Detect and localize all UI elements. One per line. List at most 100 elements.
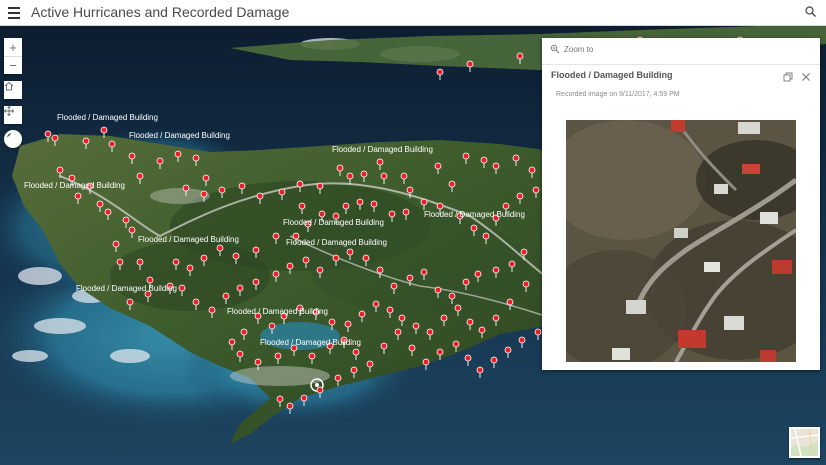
damage-marker[interactable] bbox=[156, 157, 164, 165]
damage-marker[interactable] bbox=[388, 210, 396, 218]
damage-marker[interactable] bbox=[236, 350, 244, 358]
damage-marker[interactable] bbox=[100, 126, 108, 134]
damage-marker[interactable] bbox=[272, 270, 280, 278]
damage-marker[interactable] bbox=[502, 202, 510, 210]
damage-marker[interactable] bbox=[56, 166, 64, 174]
damage-marker[interactable] bbox=[122, 216, 130, 224]
damage-marker[interactable] bbox=[470, 224, 478, 232]
damage-marker[interactable] bbox=[238, 182, 246, 190]
damage-marker[interactable] bbox=[334, 374, 342, 382]
damage-marker[interactable] bbox=[370, 200, 378, 208]
damage-marker[interactable] bbox=[136, 258, 144, 266]
damage-marker[interactable] bbox=[356, 198, 364, 206]
search-icon[interactable] bbox=[804, 5, 818, 19]
damage-marker[interactable] bbox=[366, 360, 374, 368]
damage-marker[interactable] bbox=[490, 356, 498, 364]
damage-marker[interactable] bbox=[476, 366, 484, 374]
damage-marker[interactable] bbox=[202, 174, 210, 182]
damage-marker[interactable] bbox=[406, 274, 414, 282]
damage-marker[interactable] bbox=[482, 232, 490, 240]
damage-marker[interactable] bbox=[136, 172, 144, 180]
damage-marker[interactable] bbox=[380, 342, 388, 350]
damage-marker[interactable] bbox=[96, 200, 104, 208]
damage-marker[interactable] bbox=[436, 202, 444, 210]
damage-marker[interactable] bbox=[276, 395, 284, 403]
damage-marker[interactable] bbox=[448, 292, 456, 300]
damage-marker[interactable] bbox=[112, 240, 120, 248]
damage-marker[interactable] bbox=[128, 226, 136, 234]
damage-marker[interactable] bbox=[420, 268, 428, 276]
damage-marker[interactable] bbox=[278, 188, 286, 196]
damage-marker[interactable] bbox=[228, 338, 236, 346]
damage-marker[interactable] bbox=[386, 306, 394, 314]
damage-marker[interactable] bbox=[346, 248, 354, 256]
damage-marker[interactable] bbox=[464, 354, 472, 362]
damage-marker[interactable] bbox=[128, 152, 136, 160]
damage-marker[interactable] bbox=[454, 304, 462, 312]
damage-marker[interactable] bbox=[252, 246, 260, 254]
compass-button[interactable] bbox=[4, 130, 22, 148]
close-icon[interactable] bbox=[801, 72, 811, 82]
damage-marker[interactable] bbox=[192, 298, 200, 306]
damage-marker[interactable] bbox=[236, 284, 244, 292]
damage-marker[interactable] bbox=[336, 164, 344, 172]
damage-marker[interactable] bbox=[126, 298, 134, 306]
damage-marker[interactable] bbox=[256, 192, 264, 200]
damage-marker[interactable] bbox=[436, 348, 444, 356]
damage-marker[interactable] bbox=[308, 352, 316, 360]
damage-marker[interactable] bbox=[376, 266, 384, 274]
damage-marker[interactable] bbox=[216, 244, 224, 252]
damage-marker[interactable] bbox=[232, 252, 240, 260]
damage-marker[interactable] bbox=[316, 386, 324, 394]
damage-marker[interactable] bbox=[376, 158, 384, 166]
damage-marker[interactable] bbox=[466, 60, 474, 68]
damage-marker[interactable] bbox=[402, 208, 410, 216]
damage-marker[interactable] bbox=[350, 366, 358, 374]
damage-marker[interactable] bbox=[218, 186, 226, 194]
zoom-in-button[interactable]: + bbox=[4, 38, 22, 56]
damage-marker[interactable] bbox=[254, 358, 262, 366]
damage-marker[interactable] bbox=[104, 208, 112, 216]
damage-marker[interactable] bbox=[222, 292, 230, 300]
hamburger-menu-icon[interactable] bbox=[8, 7, 20, 19]
damage-marker[interactable] bbox=[252, 278, 260, 286]
damage-marker[interactable] bbox=[508, 260, 516, 268]
damage-marker[interactable] bbox=[316, 182, 324, 190]
damage-marker[interactable] bbox=[182, 184, 190, 192]
damage-marker[interactable] bbox=[358, 310, 366, 318]
damage-marker[interactable] bbox=[316, 266, 324, 274]
damage-marker[interactable] bbox=[406, 186, 414, 194]
damage-marker[interactable] bbox=[186, 264, 194, 272]
damage-marker[interactable] bbox=[268, 322, 276, 330]
damage-marker[interactable] bbox=[332, 254, 340, 262]
damage-marker[interactable] bbox=[506, 298, 514, 306]
damage-marker[interactable] bbox=[240, 328, 248, 336]
damage-marker[interactable] bbox=[74, 192, 82, 200]
damage-marker[interactable] bbox=[504, 346, 512, 354]
damage-marker[interactable] bbox=[116, 258, 124, 266]
damage-marker[interactable] bbox=[422, 358, 430, 366]
damage-marker[interactable] bbox=[274, 352, 282, 360]
damage-marker[interactable] bbox=[492, 162, 500, 170]
damage-marker[interactable] bbox=[434, 286, 442, 294]
damage-marker[interactable] bbox=[452, 340, 460, 348]
damage-marker[interactable] bbox=[146, 276, 154, 284]
zoom-out-button[interactable]: − bbox=[4, 56, 22, 74]
damage-marker[interactable] bbox=[408, 344, 416, 352]
damage-marker[interactable] bbox=[178, 284, 186, 292]
damage-marker[interactable] bbox=[534, 328, 542, 336]
damage-marker[interactable] bbox=[462, 278, 470, 286]
damage-marker[interactable] bbox=[398, 314, 406, 322]
damage-marker[interactable] bbox=[174, 150, 182, 158]
pan-button[interactable] bbox=[4, 106, 22, 124]
damage-marker[interactable] bbox=[346, 172, 354, 180]
damage-marker[interactable] bbox=[520, 248, 528, 256]
damage-marker[interactable] bbox=[51, 134, 59, 142]
damage-marker[interactable] bbox=[192, 154, 200, 162]
damage-marker[interactable] bbox=[342, 202, 350, 210]
zoom-to-button[interactable]: Zoom to bbox=[550, 44, 593, 54]
damage-marker[interactable] bbox=[352, 348, 360, 356]
damage-marker[interactable] bbox=[448, 180, 456, 188]
damage-marker[interactable] bbox=[492, 266, 500, 274]
damage-marker[interactable] bbox=[462, 152, 470, 160]
